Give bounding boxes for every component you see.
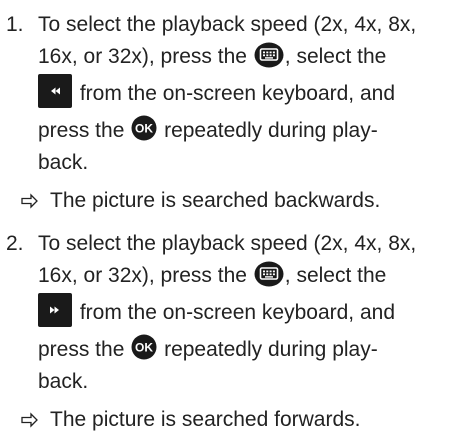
rewind-key-icon: [38, 74, 72, 109]
text-run: 16x, or 32x), press the: [38, 45, 247, 68]
step-line: press the OK repeatedly during play-: [38, 115, 464, 148]
text-run: 16x, or 32x), press the: [38, 264, 247, 287]
step-line: press the OK repeatedly during play-: [38, 334, 464, 367]
step-number: 1.: [6, 13, 24, 36]
step-line: To select the playback speed (2x, 4x, 8x…: [38, 10, 464, 42]
instruction-document: 1. To select the playback speed (2x, 4x,…: [0, 0, 469, 436]
text-run: back.: [38, 370, 89, 393]
text-run: repeatedly during play-: [164, 338, 378, 361]
step-line: from the on-screen keyboard, and: [38, 74, 464, 116]
text-run: repeatedly during play-: [164, 119, 378, 142]
step-line: 16x, or 32x), press the , select the: [38, 42, 464, 74]
step-line: back.: [38, 367, 464, 399]
text-run: , select the: [284, 45, 387, 68]
result-arrow-icon: [21, 412, 38, 428]
ok-button-icon: OK: [131, 115, 157, 141]
text-run: To select the playback speed (2x, 4x, 8x…: [38, 13, 417, 36]
result-text: The picture is searched backwards.: [50, 189, 381, 212]
result-arrow-icon: [21, 193, 38, 209]
text-run: press the: [38, 119, 125, 142]
text-run: from the on-screen keyboard, and: [79, 82, 396, 105]
text-run: back.: [38, 151, 89, 174]
step-line: from the on-screen keyboard, and: [38, 293, 464, 335]
step-number: 2.: [6, 232, 24, 255]
text-run: press the: [38, 338, 125, 361]
text-run: To select the playback speed (2x, 4x, 8x…: [38, 232, 417, 255]
text-run: from the on-screen keyboard, and: [79, 301, 396, 324]
svg-text:OK: OK: [135, 341, 153, 355]
step-line: To select the playback speed (2x, 4x, 8x…: [38, 229, 464, 261]
keyboard-button-icon: [254, 261, 284, 287]
svg-text:OK: OK: [135, 122, 153, 136]
fast-forward-key-icon: [38, 293, 72, 328]
step-line: 16x, or 32x), press the , select the: [38, 261, 464, 293]
keyboard-button-icon: [254, 42, 284, 68]
result-text: The picture is searched forwards.: [50, 408, 361, 431]
step-line: back.: [38, 148, 464, 180]
step-text: To select the playback speed (2x, 4x, 8x…: [38, 229, 464, 399]
ok-button-icon: OK: [131, 334, 157, 360]
step-text: To select the playback speed (2x, 4x, 8x…: [38, 10, 464, 180]
text-run: , select the: [284, 264, 387, 287]
